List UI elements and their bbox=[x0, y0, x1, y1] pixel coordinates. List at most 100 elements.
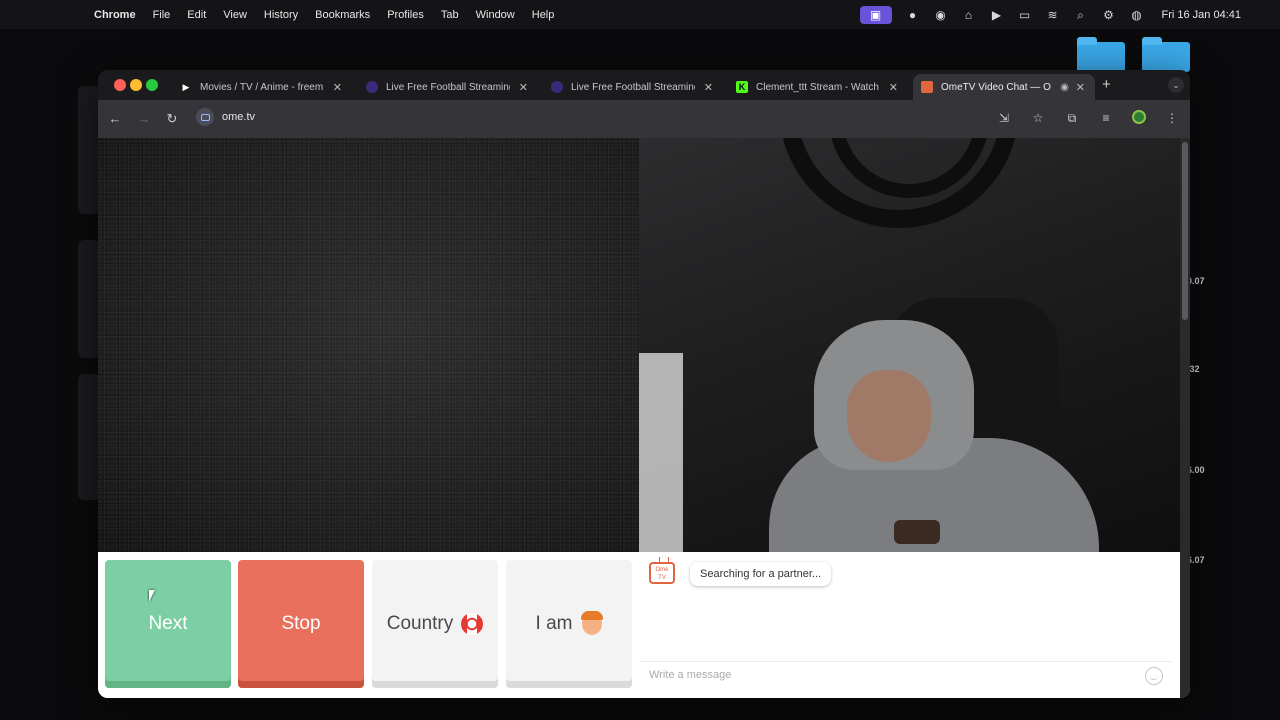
close-icon[interactable]: ✕ bbox=[333, 81, 342, 94]
message-composer bbox=[639, 661, 1173, 689]
tab-title: Live Free Football Streaming bbox=[386, 81, 510, 93]
tab-strip: ▶ Movies / TV / Anime - freem ✕ Live Fre… bbox=[98, 70, 1190, 100]
recording-icon: ◉ bbox=[1060, 81, 1069, 93]
toolbar-actions: ⇲ ☆ ⧉ ≡ ⋮ bbox=[996, 110, 1190, 126]
self-video bbox=[639, 138, 1180, 552]
siri-icon[interactable]: ◍ bbox=[1130, 8, 1144, 22]
extensions-icon[interactable]: ⧉ bbox=[1064, 110, 1080, 126]
forward-button[interactable]: → bbox=[136, 111, 152, 126]
screen-mirror-icon[interactable]: ▣ bbox=[859, 5, 892, 24]
status-message: Searching for a partner... bbox=[690, 562, 832, 586]
close-icon[interactable]: ✕ bbox=[704, 81, 713, 94]
battery-icon[interactable]: ▭ bbox=[1018, 8, 1032, 22]
emoji-icon[interactable] bbox=[1145, 667, 1163, 685]
desktop-value: 46.00 bbox=[1182, 465, 1205, 475]
more-menu-icon[interactable]: ⋮ bbox=[1164, 110, 1180, 126]
tab-ometv[interactable]: OmeTV Video Chat — On ◉ ✕ bbox=[913, 74, 1095, 100]
menu-app-name[interactable]: Chrome bbox=[94, 9, 136, 21]
page-scrollbar[interactable] bbox=[1180, 138, 1190, 698]
ometv-page: Next Stop Country I am Ome TV Searching … bbox=[98, 138, 1190, 698]
static-noise bbox=[98, 138, 639, 552]
shield-icon bbox=[366, 81, 378, 93]
stop-button[interactable]: Stop bbox=[238, 560, 364, 688]
menu-file[interactable]: File bbox=[153, 9, 171, 21]
minimize-window-button[interactable] bbox=[130, 79, 142, 91]
new-tab-button[interactable]: + bbox=[1102, 76, 1111, 93]
menu-profiles[interactable]: Profiles bbox=[387, 9, 424, 21]
menu-tab[interactable]: Tab bbox=[441, 9, 459, 21]
reload-button[interactable]: ↻ bbox=[164, 111, 180, 127]
folder-icon[interactable] bbox=[1077, 37, 1125, 72]
address-bar[interactable]: ome.tv bbox=[196, 108, 255, 126]
close-icon[interactable]: ✕ bbox=[889, 81, 898, 94]
menu-clock[interactable]: Fri 16 Jan 04:41 bbox=[1162, 9, 1242, 21]
tab-movies[interactable]: ▶ Movies / TV / Anime - freem ✕ bbox=[172, 74, 352, 100]
site-info-icon[interactable] bbox=[196, 108, 214, 126]
control-center-icon[interactable]: ⚙ bbox=[1102, 8, 1116, 22]
boy-emoji-icon bbox=[581, 611, 604, 635]
tab-title: Clement_ttt Stream - Watch bbox=[756, 81, 879, 93]
tab-title: Live Free Football Streaming bbox=[571, 81, 695, 93]
menu-view[interactable]: View bbox=[223, 9, 247, 21]
partner-video bbox=[98, 138, 639, 552]
tab-title: Movies / TV / Anime - freem bbox=[200, 81, 324, 93]
media-controls-icon[interactable]: ≡ bbox=[1098, 110, 1114, 126]
close-icon[interactable]: ✕ bbox=[519, 81, 528, 94]
phone bbox=[894, 520, 940, 544]
tab-football-1[interactable]: Live Free Football Streaming ✕ bbox=[358, 74, 538, 100]
ometv-logo: Ome TV bbox=[649, 562, 675, 584]
record-icon[interactable]: ● bbox=[906, 8, 920, 22]
desktop-value: 2.32 bbox=[1182, 364, 1200, 374]
shield-icon bbox=[551, 81, 563, 93]
next-label: Next bbox=[148, 613, 188, 634]
next-button[interactable]: Next bbox=[105, 560, 231, 688]
ometv-icon bbox=[921, 81, 933, 93]
extension-icon[interactable] bbox=[1132, 110, 1146, 124]
message-input[interactable] bbox=[639, 662, 1119, 688]
gender-button[interactable]: I am bbox=[506, 560, 632, 688]
chat-panel: Ome TV Searching for a partner... bbox=[639, 552, 1173, 698]
wifi-icon[interactable]: ≋ bbox=[1046, 8, 1060, 22]
mouse-cursor bbox=[149, 590, 159, 602]
person-face bbox=[847, 370, 931, 462]
menu-edit[interactable]: Edit bbox=[187, 9, 206, 21]
background-window bbox=[78, 86, 100, 214]
browser-window: ▶ Movies / TV / Anime - freem ✕ Live Fre… bbox=[98, 70, 1190, 698]
play-circle-icon[interactable]: ▶ bbox=[990, 8, 1004, 22]
bookmark-star-icon[interactable]: ☆ bbox=[1030, 110, 1046, 126]
close-icon[interactable]: ✕ bbox=[1076, 81, 1085, 94]
zoom-window-button[interactable] bbox=[146, 79, 158, 91]
install-app-icon[interactable]: ⇲ bbox=[996, 110, 1012, 126]
airdrop-icon[interactable]: ⌂ bbox=[962, 8, 976, 22]
tab-title: OmeTV Video Chat — On bbox=[941, 81, 1051, 93]
close-window-button[interactable] bbox=[114, 79, 126, 91]
scrollbar-thumb[interactable] bbox=[1182, 142, 1188, 320]
canada-flag-icon bbox=[461, 613, 484, 635]
lamp bbox=[639, 353, 683, 552]
country-button[interactable]: Country bbox=[372, 560, 498, 688]
background-window bbox=[78, 374, 100, 500]
status-tray: ▣ ● ◉ ⌂ ▶ ▭ ≋ ⌕ ⚙ ◍ Fri 16 Jan 04:41 bbox=[859, 0, 1242, 29]
menu-history[interactable]: History bbox=[264, 9, 298, 21]
menu-window[interactable]: Window bbox=[476, 9, 515, 21]
country-label: Country bbox=[386, 613, 454, 634]
background-window bbox=[78, 240, 100, 358]
stop-label: Stop bbox=[281, 613, 321, 634]
menu-help[interactable]: Help bbox=[532, 9, 555, 21]
kick-icon: K bbox=[736, 81, 748, 93]
chat-controls: Next Stop Country I am bbox=[98, 552, 639, 698]
back-button[interactable]: ← bbox=[107, 111, 123, 126]
tab-kick-stream[interactable]: K Clement_ttt Stream - Watch ✕ bbox=[728, 74, 908, 100]
tab-football-2[interactable]: Live Free Football Streaming ✕ bbox=[543, 74, 723, 100]
desktop-value: 46.07 bbox=[1182, 555, 1205, 565]
cloud-icon[interactable]: ◉ bbox=[934, 8, 948, 22]
browser-toolbar: ← → ↻ ome.tv ⇲ ☆ ⧉ ≡ ⋮ bbox=[98, 100, 1190, 138]
url-text[interactable]: ome.tv bbox=[222, 111, 255, 123]
search-icon[interactable]: ⌕ bbox=[1074, 8, 1088, 22]
chevron-down-icon[interactable]: ⌄ bbox=[1168, 77, 1184, 93]
desktop-value: 10.07 bbox=[1182, 276, 1205, 286]
menu-bookmarks[interactable]: Bookmarks bbox=[315, 9, 370, 21]
menu-bar: Chrome File Edit View History Bookmarks … bbox=[0, 0, 1280, 29]
play-icon: ▶ bbox=[182, 82, 190, 92]
folder-icon[interactable] bbox=[1142, 37, 1190, 72]
